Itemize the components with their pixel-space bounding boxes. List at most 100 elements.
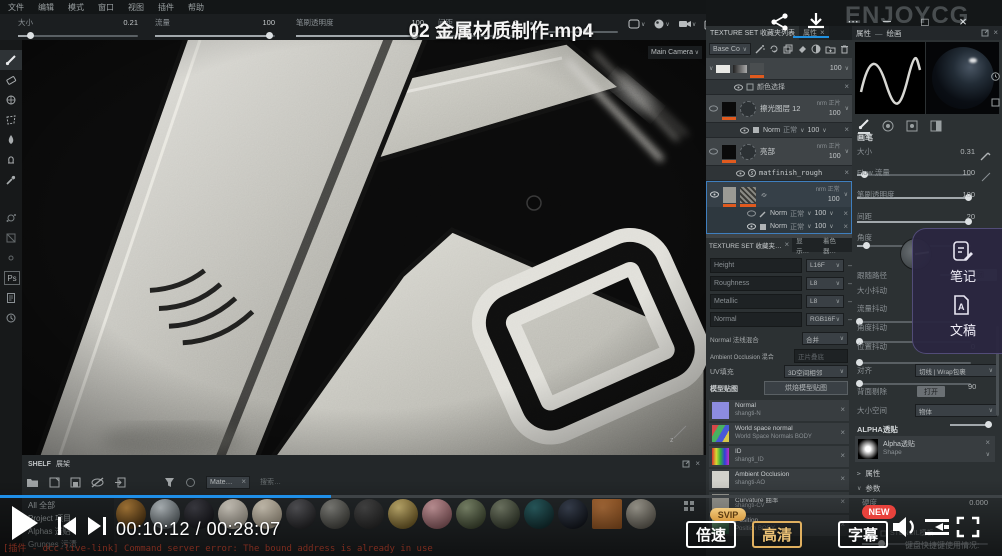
layer-row-group[interactable]: ∨ 100∨ (706, 58, 852, 80)
layer-thumbnail[interactable] (722, 145, 736, 159)
remove-mesh-map-icon[interactable]: × (840, 475, 845, 483)
layer-blend-mode[interactable]: nrm 正片 (817, 100, 841, 109)
menu-item-mode[interactable]: 模式 (68, 2, 84, 13)
brush-tool-icon[interactable] (0, 50, 22, 70)
expand-alpha-icon[interactable]: ∨ (986, 451, 990, 458)
remove-mesh-map-icon[interactable]: × (840, 406, 845, 414)
layer-thumbnail[interactable] (722, 102, 736, 116)
add-effect-icon[interactable] (755, 44, 765, 54)
shelf-material-thumb[interactable] (524, 499, 554, 529)
fill-layer-icon[interactable] (797, 44, 807, 54)
fullscreen-icon[interactable] (956, 516, 980, 538)
tab-texture-set-settings[interactable]: TEXTURE SET 收藏夹…× (706, 238, 792, 252)
quality-hd-button[interactable]: 高清 (752, 521, 802, 548)
popout-panel-icon[interactable] (981, 29, 989, 37)
export-document-icon[interactable] (0, 288, 22, 308)
close-tab-icon[interactable]: × (784, 241, 789, 249)
playback-speed-button[interactable]: 倍速 (686, 521, 736, 548)
visibility-eye-icon[interactable] (734, 84, 743, 91)
effect-row-norm[interactable]: Norm 正常∨ 100∨ × (706, 123, 852, 138)
shelf-material-thumb[interactable] (354, 499, 384, 529)
symmetry-icon[interactable] (0, 248, 22, 268)
instantiate-layer-icon[interactable] (769, 44, 779, 54)
volume-icon[interactable] (890, 514, 918, 540)
camera-select[interactable]: Main Camera∨ (648, 46, 702, 59)
layer-mask-thumbnail[interactable] (750, 63, 764, 74)
notes-button[interactable]: 笔记 (913, 229, 1002, 285)
layer-row-selected[interactable]: nrm 正常 100 ∨ Norm 正常∨ 100∨ × Norm 正常∨ 10… (706, 181, 852, 234)
remove-mesh-map-icon[interactable]: × (840, 452, 845, 460)
pen-pressure-icon[interactable] (979, 150, 991, 162)
close-button[interactable]: × (944, 14, 982, 29)
visibility-eye-icon[interactable] (740, 127, 749, 134)
gradient-tab-icon[interactable] (930, 120, 942, 132)
eyedropper-tool-icon[interactable] (0, 170, 22, 190)
polygon-select-tool-icon[interactable] (0, 110, 22, 130)
particles-tool-icon[interactable] (0, 208, 22, 228)
flow-slider[interactable] (155, 35, 275, 37)
grid-view-icon[interactable] (684, 501, 694, 511)
position-jitter-slider[interactable] (857, 383, 971, 385)
alignment-select[interactable]: 切线 | Wrap包裹∨ (915, 364, 997, 377)
shelf-new-icon[interactable] (49, 477, 60, 488)
clock-dock-icon[interactable] (991, 72, 1000, 81)
shelf-material-thumb[interactable] (422, 499, 452, 529)
filter-funnel-icon[interactable] (164, 477, 175, 488)
alpha-item-card[interactable]: Alpha透贴 Shape × ∨ (855, 436, 995, 462)
menu-item-file[interactable]: 文件 (8, 2, 24, 13)
viewport-3d[interactable]: z Main Camera∨ (22, 40, 706, 455)
previous-button[interactable] (56, 515, 78, 537)
menu-item-plugins[interactable]: 插件 (158, 2, 174, 13)
layer-row[interactable]: 擦光图层 12 nrm 正片 100 ∨ (706, 95, 852, 123)
geometry-mask-icon[interactable] (0, 228, 22, 248)
layer-blend-mode[interactable]: nrm 正常 (816, 186, 840, 195)
shelf-material-thumb[interactable] (626, 499, 656, 529)
pen-pressure-icon[interactable] (981, 172, 991, 182)
layer-thumbnail[interactable] (723, 187, 736, 203)
shelf-material-thumb[interactable] (490, 499, 520, 529)
remove-alpha-icon[interactable]: × (985, 439, 990, 447)
maximize-button[interactable]: □ (906, 15, 944, 29)
layer-opacity[interactable]: 100 (817, 109, 841, 118)
effect-mode[interactable]: 正常 (790, 209, 804, 219)
popout-panel-icon[interactable] (682, 460, 690, 468)
collapse-group-icon[interactable]: ∨ (709, 65, 713, 72)
filter-tag[interactable]: Mate…× (206, 476, 250, 489)
layer-thumbnail[interactable] (733, 65, 747, 73)
stencil-tab-icon[interactable] (906, 120, 918, 132)
layer-filter-select[interactable]: Base Co∨ (709, 43, 751, 55)
video-progress-bar[interactable] (0, 495, 1002, 498)
close-panel-icon[interactable]: × (695, 460, 700, 468)
menu-item-view[interactable]: 视图 (128, 2, 144, 13)
add-folder-icon[interactable] (825, 44, 836, 54)
remove-mesh-map-icon[interactable]: × (840, 498, 845, 506)
remove-effect-icon[interactable]: × (844, 83, 849, 91)
minimize-button[interactable]: ─ (868, 16, 906, 28)
visibility-off-icon[interactable] (747, 210, 756, 217)
visibility-eye-icon[interactable] (736, 170, 745, 177)
visibility-eye-icon[interactable] (709, 148, 718, 155)
params-section-row[interactable]: ∨参数 (857, 483, 880, 494)
episodes-list-icon[interactable] (924, 517, 950, 537)
layer-opacity[interactable]: 100 (830, 65, 842, 72)
mesh-map-card[interactable]: Ambient Occlusion shangti-AO × (709, 469, 849, 490)
mesh-map-card[interactable]: ID shangti_ID × (709, 446, 849, 467)
effect-opacity[interactable]: 100 (815, 210, 827, 217)
smudge-tool-icon[interactable] (0, 130, 22, 150)
uv-padding-select[interactable]: 3D空间相邻∨ (784, 365, 848, 378)
clone-stamp-tool-icon[interactable] (0, 150, 22, 170)
shelf-import-icon[interactable] (114, 477, 126, 488)
tab-display[interactable]: 显示… (792, 238, 819, 252)
tab-shader[interactable]: 着色器… (819, 238, 852, 252)
eraser-tool-icon[interactable] (0, 70, 22, 90)
channel-format-select[interactable]: L8∨ (806, 295, 844, 308)
close-panel-icon[interactable]: × (993, 29, 998, 37)
smart-material-icon[interactable] (811, 44, 821, 54)
visibility-eye-icon[interactable] (710, 191, 719, 198)
subtitle-button[interactable]: 字幕 (838, 521, 888, 548)
shelf-save-icon[interactable] (70, 477, 81, 488)
backface-toggle[interactable]: 打开 (917, 386, 945, 397)
bake-mesh-maps-button[interactable]: 烘焙模型贴图 (764, 381, 848, 395)
layer-mask-thumbnail[interactable] (740, 101, 756, 117)
shelf-search[interactable]: 搜索… (260, 477, 281, 487)
